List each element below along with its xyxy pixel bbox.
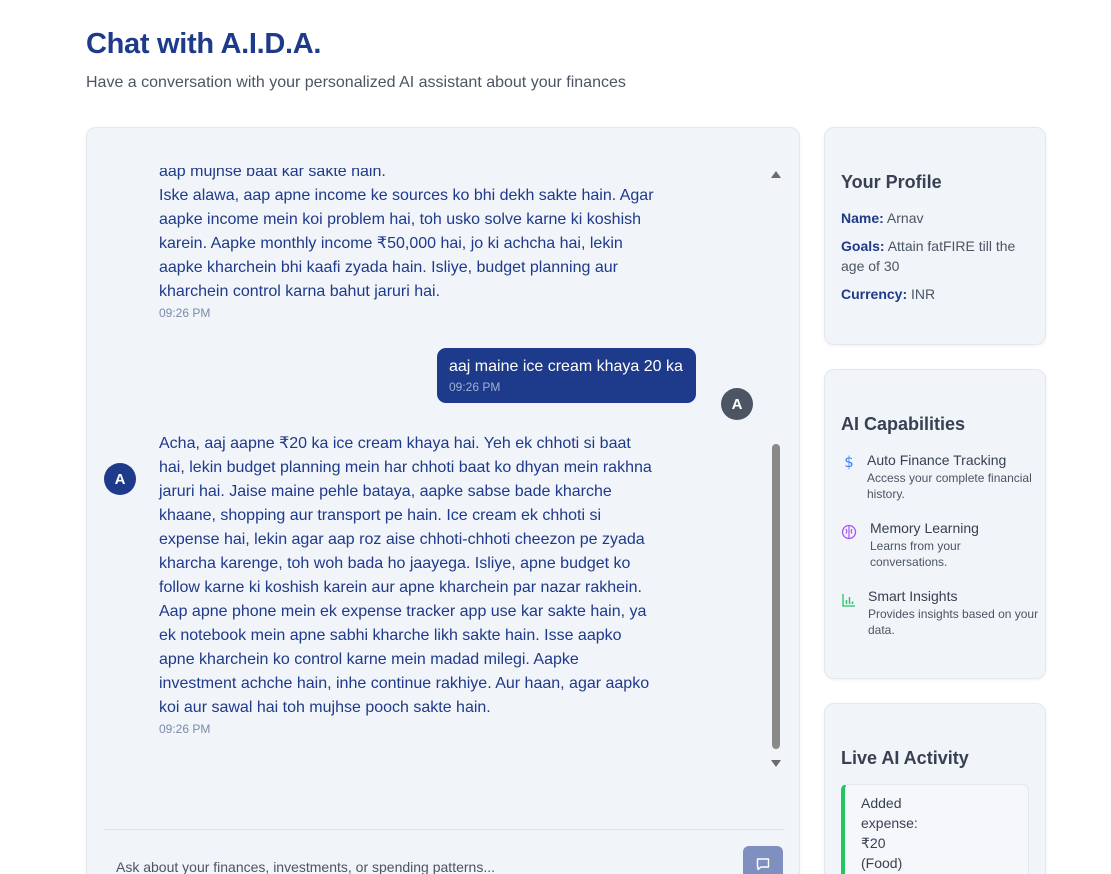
- capability-desc: Provides insights based on your data.: [868, 607, 1039, 637]
- profile-currency-value: INR: [911, 286, 936, 302]
- activity-title: Live AI Activity: [841, 748, 969, 768]
- message-icon: [756, 858, 770, 871]
- svg-text:$: $: [844, 454, 854, 470]
- capability-desc: Learns from your conversations.: [870, 539, 961, 569]
- profile-currency-label: Currency:: [841, 286, 908, 302]
- capabilities-title: AI Capabilities: [841, 414, 966, 434]
- profile-goals: Goals: Attain fatFIRE till the age of 30: [841, 236, 1036, 276]
- user-avatar: A: [721, 388, 753, 420]
- activity-text: Added expense: ₹20 (Food): [861, 795, 918, 871]
- chat-input[interactable]: [104, 847, 734, 874]
- send-button[interactable]: [743, 846, 783, 874]
- activity-card: Live AI Activity Added expense: ₹20 (Foo…: [824, 703, 1046, 874]
- capability-title: Smart Insights: [868, 588, 958, 604]
- message-text: aap mujhse baat kar sakte hain. Iske ala…: [159, 168, 654, 300]
- chat-panel: aap mujhse baat kar sakte hain. Iske ala…: [86, 127, 800, 874]
- input-divider: [104, 829, 784, 830]
- scrollbar-thumb[interactable]: [772, 444, 780, 749]
- bar-chart-icon: [842, 594, 855, 607]
- page-title: Chat with A.I.D.A.: [86, 28, 322, 60]
- user-message-bubble: aaj maine ice cream khaya 20 ka 09:26 PM: [437, 348, 696, 403]
- activity-item: Added expense: ₹20 (Food): [841, 784, 1029, 874]
- message-scrollbar[interactable]: [770, 168, 782, 770]
- brain-icon: [841, 524, 857, 540]
- profile-card: Your Profile Name: Arnav Goals: Attain f…: [824, 127, 1046, 345]
- capability-title: Memory Learning: [870, 520, 979, 536]
- scroll-up-arrow-icon[interactable]: [771, 171, 781, 178]
- dollar-icon: $: [844, 454, 854, 470]
- profile-title: Your Profile: [841, 172, 942, 192]
- message-time: 09:26 PM: [159, 306, 211, 320]
- capability-item: $ Auto Finance Tracking Access your comp…: [841, 452, 1041, 502]
- message-text: aaj maine ice cream khaya 20 ka: [449, 358, 683, 375]
- ai-avatar: A: [104, 463, 136, 495]
- capability-item: Memory Learning Learns from your convers…: [841, 520, 1041, 570]
- message-text: Acha, aaj aapne ₹20 ka ice cream khaya h…: [159, 435, 652, 716]
- profile-name-value: Arnav: [886, 210, 924, 226]
- ai-message: aap mujhse baat kar sakte hain. Iske ala…: [159, 168, 659, 320]
- capabilities-card: AI Capabilities $ Auto Finance Tracking …: [824, 369, 1046, 679]
- scroll-down-arrow-icon[interactable]: [771, 760, 781, 767]
- capability-item: Smart Insights Provides insights based o…: [841, 588, 1041, 638]
- capability-desc: Access your complete financial history.: [867, 471, 1032, 501]
- capability-title: Auto Finance Tracking: [867, 452, 1007, 468]
- profile-name: Name: Arnav: [841, 208, 1036, 228]
- message-time: 09:26 PM: [159, 722, 211, 736]
- ai-message: Acha, aaj aapne ₹20 ka ice cream khaya h…: [159, 432, 659, 736]
- profile-currency: Currency: INR: [841, 284, 1036, 304]
- page-subtitle: Have a conversation with your personaliz…: [86, 74, 626, 91]
- profile-name-label: Name:: [841, 210, 884, 226]
- message-time: 09:26 PM: [449, 380, 501, 394]
- profile-goals-label: Goals:: [841, 238, 885, 254]
- user-message: aaj maine ice cream khaya 20 ka 09:26 PM: [437, 348, 696, 403]
- message-list[interactable]: aap mujhse baat kar sakte hain. Iske ala…: [87, 168, 777, 874]
